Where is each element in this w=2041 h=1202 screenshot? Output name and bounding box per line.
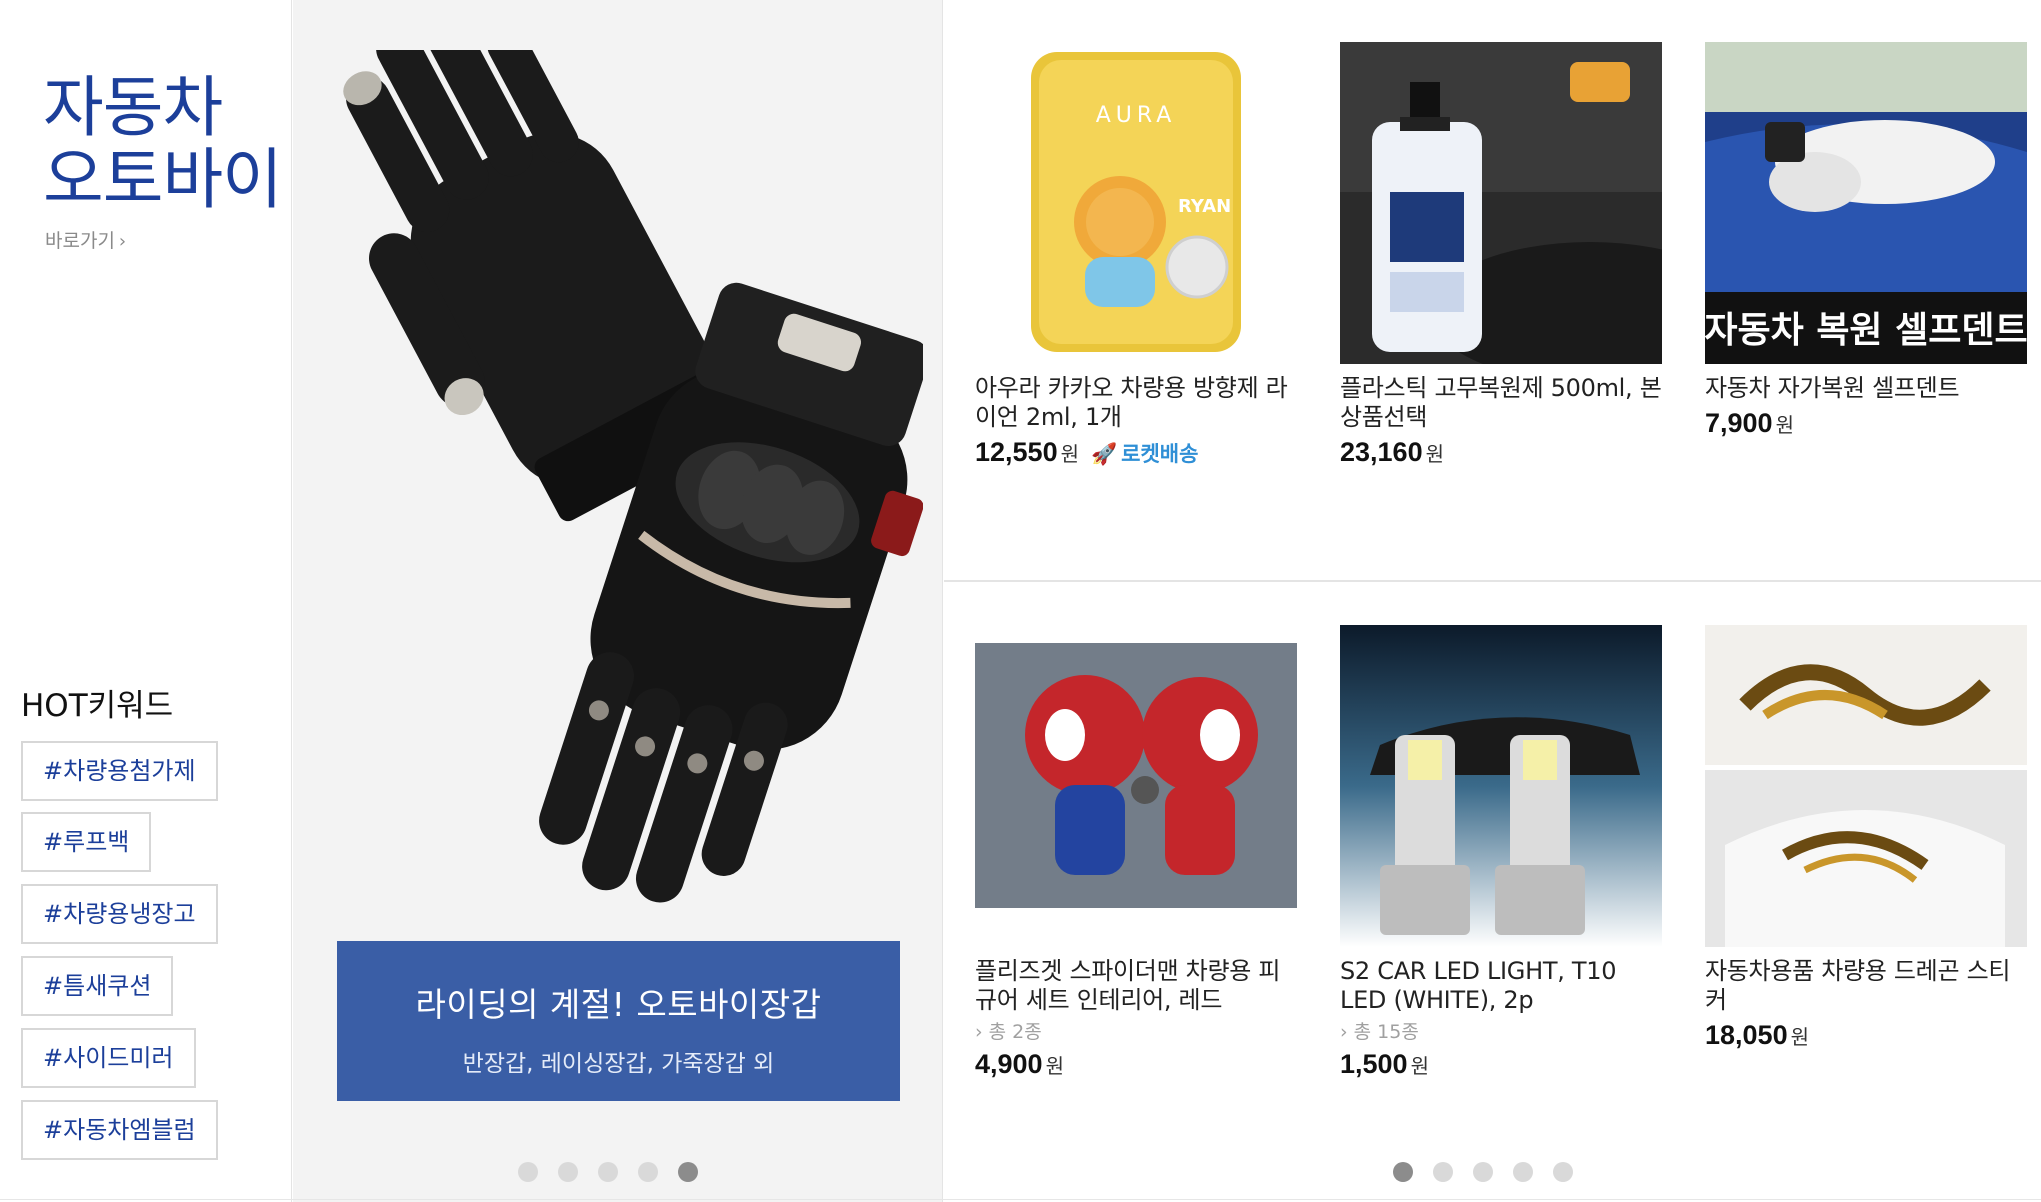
banner-title: 라이딩의 계절! 오토바이장갑	[415, 985, 822, 1024]
product-pager-dot[interactable]	[1513, 1162, 1533, 1182]
dragon-sticker-image	[1705, 625, 2027, 947]
product-card[interactable]: 자동차 복원 셀프덴트 자동차 자가복원 셀프덴트 7,900 원	[1705, 42, 2027, 439]
price-unit: 원	[1775, 413, 1794, 437]
banner-pager-dot[interactable]	[638, 1162, 658, 1182]
product-thumbnail: AURA RYAN	[975, 42, 1297, 364]
product-name: 자동차 자가복원 셀프덴트	[1705, 374, 1960, 402]
keyword-tag[interactable]: #차량용첨가제	[21, 741, 218, 801]
product-thumbnail	[975, 625, 1297, 947]
chevron-right-icon: ›	[975, 1021, 983, 1043]
motorcycle-gloves-image	[343, 50, 923, 903]
variant-count: › 총 15종	[1340, 1017, 1662, 1044]
product-price: 23,160	[1340, 437, 1423, 467]
bottom-border	[0, 1199, 2041, 1200]
price-unit: 원	[1045, 1054, 1064, 1078]
product-pager-dot-active[interactable]	[1393, 1162, 1413, 1182]
keyword-tag[interactable]: #루프백	[21, 812, 152, 872]
plastic-restorer-bottle-image	[1340, 42, 1662, 364]
rocket-delivery-badge: 🚀 로켓배송	[1091, 438, 1198, 468]
variant-count-text: 총 15종	[1353, 1021, 1419, 1043]
keyword-tag[interactable]: #사이드미러	[21, 1028, 196, 1088]
svg-text:RYAN: RYAN	[1178, 196, 1231, 217]
product-card[interactable]: 플리즈겟 스파이더맨 차량용 피규어 세트 인테리어, 레드 › 총 2종 4,…	[975, 625, 1297, 1080]
category-title-line1: 자동차	[43, 69, 223, 146]
price-unit: 원	[1790, 1025, 1809, 1049]
variant-count-text: 총 2종	[988, 1021, 1042, 1043]
product-name: 플라스틱 고무복원제 500ml, 본상품선택	[1340, 374, 1662, 431]
product-price: 1,500	[1340, 1049, 1408, 1079]
promo-banner[interactable]: 라이딩의 계절! 오토바이장갑 반장갑, 레이싱장갑, 가죽장갑 외	[293, 0, 943, 1202]
price-unit: 원	[1060, 442, 1079, 466]
product-pager-dot[interactable]	[1433, 1162, 1453, 1182]
category-title[interactable]: 자동차 오토바이	[43, 69, 283, 218]
product-card[interactable]: S2 CAR LED LIGHT, T10 LED (WHITE), 2p › …	[1340, 625, 1662, 1080]
product-name: 아우라 카카오 차량용 방향제 라이언 2ml, 1개	[975, 374, 1288, 431]
hot-keywords-title: HOT키워드	[21, 688, 174, 724]
price-unit: 원	[1425, 442, 1444, 466]
product-thumbnail	[1340, 625, 1662, 947]
product-thumbnail	[1705, 625, 2027, 947]
product-card[interactable]: AURA RYAN 아우라 카카오 차량용 방향제 라이언 2ml, 1개 12…	[975, 42, 1297, 468]
banner-subtitle: 반장갑, 레이싱장갑, 가죽장갑 외	[462, 1051, 775, 1077]
product-card[interactable]: 플라스틱 고무복원제 500ml, 본상품선택 23,160 원	[1340, 42, 1662, 468]
ryan-air-freshener-image: AURA RYAN	[975, 42, 1297, 364]
banner-pager	[518, 1162, 698, 1182]
rocket-icon: 🚀	[1091, 442, 1118, 466]
variant-count: › 총 2종	[975, 1017, 1297, 1044]
product-pager	[1393, 1162, 1573, 1182]
banner-pager-dot[interactable]	[558, 1162, 578, 1182]
price-row: 4,900 원	[975, 1049, 1297, 1080]
banner-pager-dot-active[interactable]	[678, 1162, 698, 1182]
product-pager-dot[interactable]	[1553, 1162, 1573, 1182]
price-row: 1,500 원	[1340, 1049, 1662, 1080]
banner-pager-dot[interactable]	[598, 1162, 618, 1182]
product-thumbnail	[1340, 42, 1662, 364]
price-row: 7,900 원	[1705, 408, 2027, 439]
product-pager-dot[interactable]	[1473, 1162, 1493, 1182]
category-title-line2: 오토바이	[43, 141, 283, 218]
shortcut-link[interactable]: 바로가기 ›	[45, 226, 126, 253]
price-row: 18,050 원	[1705, 1020, 2027, 1051]
spiderman-figure-image	[975, 625, 1297, 947]
banner-caption[interactable]: 라이딩의 계절! 오토바이장갑 반장갑, 레이싱장갑, 가죽장갑 외	[337, 941, 900, 1101]
self-dent-puller-image: 자동차 복원 셀프덴트	[1705, 42, 2027, 364]
product-thumbnail: 자동차 복원 셀프덴트	[1705, 42, 2027, 364]
grid-divider	[944, 580, 2041, 582]
product-name: 플리즈겟 스파이더맨 차량용 피규어 세트 인테리어, 레드	[975, 957, 1281, 1014]
product-card[interactable]: 자동차용품 차량용 드레곤 스티커 18,050 원	[1705, 625, 2027, 1051]
price-row: 23,160 원	[1340, 437, 1662, 468]
category-sidebar: 자동차 오토바이 바로가기 › HOT키워드 #차량용첨가제 #루프백 #차량용냉…	[0, 0, 292, 1202]
keyword-tag[interactable]: #자동차엠블럼	[21, 1100, 218, 1160]
price-unit: 원	[1410, 1054, 1429, 1078]
keyword-tag[interactable]: #차량용냉장고	[21, 884, 218, 944]
thumb-aura-text: AURA	[1096, 103, 1177, 128]
chevron-right-icon: ›	[1340, 1021, 1348, 1043]
product-price: 12,550	[975, 437, 1058, 467]
shortcut-label: 바로가기	[45, 230, 115, 252]
product-name: 자동차용품 차량용 드레곤 스티커	[1705, 957, 2011, 1014]
price-row: 12,550 원 🚀 로켓배송	[975, 437, 1297, 468]
product-price: 7,900	[1705, 408, 1773, 438]
banner-pager-dot[interactable]	[518, 1162, 538, 1182]
keyword-tag[interactable]: #틈새쿠션	[21, 956, 174, 1016]
rocket-delivery-label: 로켓배송	[1121, 442, 1199, 466]
product-price: 18,050	[1705, 1020, 1788, 1050]
led-headlight-bulbs-image	[1340, 625, 1662, 947]
chevron-right-icon: ›	[118, 231, 127, 252]
product-price: 4,900	[975, 1049, 1043, 1079]
product-name: S2 CAR LED LIGHT, T10 LED (WHITE), 2p	[1340, 957, 1617, 1014]
thumb-dent-text: 자동차 복원 셀프덴트	[1705, 310, 2027, 351]
